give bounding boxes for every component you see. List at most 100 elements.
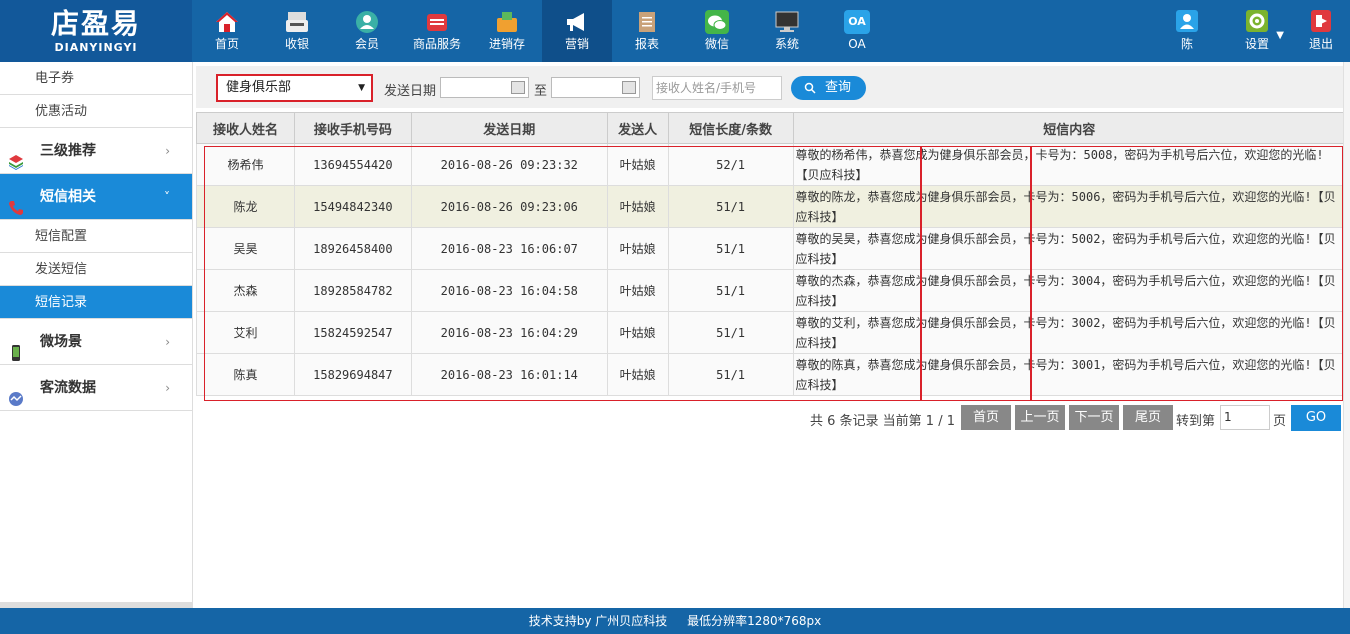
- user-name: 陈: [1180, 37, 1193, 51]
- oa-icon: OA: [844, 10, 870, 34]
- cell-content: 尊敬的陈真，恭喜您成为健身俱乐部会员，卡号为：3001，密码为手机号后六位，欢迎…: [792, 353, 1347, 396]
- table-row[interactable]: 吴昊 18926458400 2016-08-23 16:06:07 叶姑娘 5…: [196, 227, 1347, 270]
- nav-wechat[interactable]: 微信: [682, 0, 752, 62]
- nav-label: 收银: [284, 37, 309, 51]
- col-sms-content: 短信内容: [792, 112, 1347, 144]
- table-row[interactable]: 艾利 15824592547 2016-08-23 16:04:29 叶姑娘 5…: [196, 311, 1347, 354]
- user-avatar-icon: [1174, 10, 1200, 34]
- go-button[interactable]: GO: [1291, 405, 1341, 431]
- sidebar-group-traffic-data[interactable]: 客流数据 ›: [0, 365, 192, 411]
- cell-phone: 13694554420: [293, 143, 412, 186]
- chevron-right-icon: ›: [165, 335, 170, 349]
- wechat-icon: [704, 10, 730, 34]
- nav-label: 系统: [774, 37, 799, 51]
- sidebar-item-coupon[interactable]: 电子券: [0, 62, 192, 95]
- page-unit-label: 页: [1273, 414, 1287, 429]
- filter-bar: 健身俱乐部 ▼ 发送日期 至 接收人姓名/手机号 查询: [196, 66, 1346, 108]
- last-page-button[interactable]: 尾页: [1123, 405, 1173, 430]
- user-profile[interactable]: 陈: [1152, 0, 1222, 62]
- prev-page-button[interactable]: 上一页: [1015, 405, 1065, 430]
- keyword-input[interactable]: 接收人姓名/手机号: [652, 76, 782, 100]
- first-page-button[interactable]: 首页: [961, 405, 1011, 430]
- sidebar-group-label: 三级推荐: [40, 143, 96, 159]
- sms-record-table: 接收人姓名 接收手机号码 发送日期 发送人 短信长度/条数 短信内容 杨希伟 1…: [196, 112, 1347, 396]
- caret-down-icon: ▼: [1276, 30, 1284, 41]
- nav-label: 商品服务: [412, 37, 461, 51]
- cell-phone: 15494842340: [293, 185, 412, 228]
- cell-length: 51/1: [667, 269, 794, 312]
- calendar-icon[interactable]: [622, 81, 636, 94]
- cell-phone: 18926458400: [293, 227, 412, 270]
- cell-sender: 叶姑娘: [606, 227, 669, 270]
- report-icon: [634, 10, 660, 34]
- nav-label: 报表: [634, 37, 659, 51]
- footer-resolution: 最低分辨率1280*768px: [687, 614, 822, 628]
- cell-name: 陈真: [196, 353, 295, 396]
- nav-system[interactable]: 系统: [752, 0, 822, 62]
- phone-icon: [8, 189, 24, 215]
- col-send-date: 发送日期: [410, 112, 608, 144]
- nav-home[interactable]: 首页: [192, 0, 262, 62]
- shop-select-value: 健身俱乐部: [226, 80, 292, 95]
- nav-inventory[interactable]: 进销存: [472, 0, 542, 62]
- nav-oa[interactable]: OA OA: [822, 0, 892, 62]
- page-number-input[interactable]: 1: [1220, 405, 1270, 430]
- vertical-scrollbar[interactable]: [1343, 62, 1350, 608]
- cell-length: 52/1: [667, 143, 794, 186]
- nav-member[interactable]: 会员: [332, 0, 402, 62]
- chevron-right-icon: ›: [165, 144, 170, 158]
- sidebar-group-label: 客流数据: [40, 380, 96, 396]
- table-row[interactable]: 杰森 18928584782 2016-08-23 16:04:58 叶姑娘 5…: [196, 269, 1347, 312]
- nav-goods[interactable]: 商品服务: [402, 0, 472, 62]
- table-row[interactable]: 陈龙 15494842340 2016-08-26 09:23:06 叶姑娘 5…: [196, 185, 1347, 228]
- next-page-button[interactable]: 下一页: [1069, 405, 1119, 430]
- query-button[interactable]: 查询: [791, 76, 866, 100]
- page-info: 共 6 条记录 当前第 1 / 1: [810, 414, 955, 429]
- sidebar-item-send-sms[interactable]: 发送短信: [0, 253, 192, 286]
- col-sender: 发送人: [606, 112, 669, 144]
- nav-settings[interactable]: 设置 ▼: [1222, 0, 1292, 62]
- chevron-down-icon: ˅: [164, 190, 170, 204]
- cell-name: 杰森: [196, 269, 295, 312]
- sidebar-group-micro-scene[interactable]: 微场景 ›: [0, 319, 192, 365]
- nav-cashier[interactable]: 收银: [262, 0, 332, 62]
- sidebar-item-sms-records[interactable]: 短信记录: [0, 286, 192, 319]
- sidebar-group-sms[interactable]: 短信相关 ˅: [0, 174, 192, 220]
- calendar-icon[interactable]: [511, 81, 525, 94]
- col-recipient-name: 接收人姓名: [196, 112, 295, 144]
- cell-sender: 叶姑娘: [606, 143, 669, 186]
- sidebar-group-label: 短信相关: [40, 189, 96, 205]
- query-button-label: 查询: [825, 80, 852, 95]
- col-sms-length: 短信长度/条数: [667, 112, 794, 144]
- shop-select[interactable]: 健身俱乐部 ▼: [216, 74, 373, 102]
- table-row[interactable]: 陈真 15829694847 2016-08-23 16:01:14 叶姑娘 5…: [196, 353, 1347, 396]
- nav-report[interactable]: 报表: [612, 0, 682, 62]
- cell-date: 2016-08-23 16:04:29: [410, 311, 608, 354]
- sidebar-group-referral[interactable]: 三级推荐 ›: [0, 128, 192, 174]
- home-icon: [214, 10, 240, 34]
- date-to-label: 至: [534, 84, 548, 99]
- date-from-input[interactable]: [440, 77, 529, 98]
- inventory-icon: [494, 10, 520, 34]
- cell-date: 2016-08-23 16:01:14: [410, 353, 608, 396]
- date-to-input[interactable]: [551, 77, 640, 98]
- table-row[interactable]: 杨希伟 13694554420 2016-08-26 09:23:32 叶姑娘 …: [196, 143, 1347, 186]
- top-navbar: 店盈易 DIANYINGYI 首页 收银 会员 商品服务 进销存 营销 报表 微…: [0, 0, 1350, 62]
- sidebar-item-sms-config[interactable]: 短信配置: [0, 220, 192, 253]
- sidebar: 电子券 优惠活动 三级推荐 › 短信相关 ˅ 短信配置 发送短信 短信记录 微场…: [0, 62, 193, 608]
- sidebar-item-promotion[interactable]: 优惠活动: [0, 95, 192, 128]
- cell-date: 2016-08-23 16:04:58: [410, 269, 608, 312]
- megaphone-icon: [564, 10, 590, 34]
- send-date-label: 发送日期: [384, 84, 437, 99]
- footer-support: 技术支持by 广州贝应科技: [528, 614, 668, 628]
- gear-icon: [1244, 10, 1270, 34]
- brand-logo[interactable]: 店盈易 DIANYINGYI: [0, 0, 192, 62]
- logout-icon: [1308, 10, 1334, 34]
- goods-icon: [424, 10, 450, 34]
- logo-text: 店盈易: [50, 7, 141, 40]
- cell-phone: 18928584782: [293, 269, 412, 312]
- cell-length: 51/1: [667, 185, 794, 228]
- monitor-icon: [774, 10, 800, 34]
- nav-marketing[interactable]: 营销: [542, 0, 612, 62]
- nav-logout[interactable]: 退出: [1292, 0, 1350, 62]
